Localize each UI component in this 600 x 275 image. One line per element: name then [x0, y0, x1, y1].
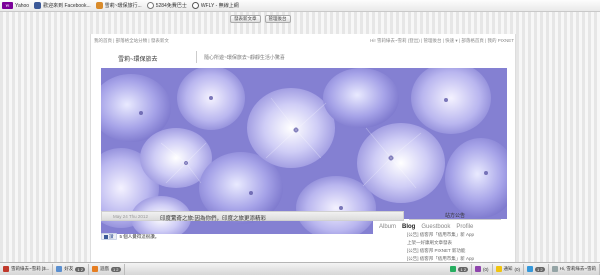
pixnet-taskbar: 雪莉綠去~雪莉 [$... 好友 1 2 遊戲 1 2 1 2 (0) 通知 (…: [0, 262, 600, 275]
sidebar-heading: 站方公告: [409, 211, 501, 220]
list-item[interactable]: [公告] 痞客邦 PIXNET 新功能: [407, 247, 507, 255]
facebook-like-row: 讚 5 個人覺得這很讚。: [101, 233, 159, 240]
article-title[interactable]: 印度驚奇之旅:因為你們，印度之旅更添精彩: [160, 214, 266, 222]
count-badge: 1 2: [110, 266, 121, 272]
taskbar-blog[interactable]: 雪莉綠去~雪莉 [$...: [0, 263, 54, 275]
bookmarks-bar: Y! Yahoo 歡迎來到 Facebook... 雪莉~環保旅行... 528…: [0, 0, 600, 12]
bookmark-label: 歡迎來到 Facebook...: [43, 3, 91, 9]
tab-album[interactable]: Album: [379, 224, 396, 230]
bookmark-label: Yahoo: [15, 2, 30, 9]
taskbar-label: 好友: [64, 266, 74, 271]
blog-page: 我的首頁 | 部落格全站分類 | 發表新文 Hi! 雪莉綠去~雪莉 (登出) |…: [90, 34, 516, 275]
like-count: 5 個人覺得這很讚。: [119, 233, 160, 239]
count-badge: 1 2: [458, 266, 469, 272]
top-navigation: 我的首頁 | 部落格全站分類 | 發表新文 Hi! 雪莉綠去~雪莉 (登出) |…: [91, 38, 517, 45]
bookmark-wfly[interactable]: WFLY - 無線上網: [191, 2, 239, 9]
list-item[interactable]: [公告] 痞客邦「痞用市集」新 App: [407, 231, 507, 239]
blog-title[interactable]: 雪莉~環保旅去: [118, 54, 158, 63]
blog-icon: [95, 2, 103, 9]
friends-icon: [56, 266, 63, 272]
taskbar-label: Hi, 雪莉綠去~雪莉: [559, 266, 596, 271]
like-label: 讚: [109, 233, 114, 239]
taskbar-games[interactable]: 遊戲 1 2: [89, 263, 125, 275]
banner-image: [101, 68, 507, 234]
new-post-button[interactable]: 發表新文章: [230, 15, 261, 23]
sidebar-announcements: [公告] 痞客邦「痞用市集」新 App 上架一好康刷文章發表 [公告] 痞客邦 …: [407, 231, 507, 263]
facebook-icon: [34, 2, 42, 9]
tab-blog[interactable]: Blog: [402, 224, 415, 230]
nav-left-links[interactable]: 我的首頁 | 部落格全站分類 | 發表新文: [94, 38, 169, 44]
taskbar-alerts[interactable]: 通知 (0): [493, 263, 525, 275]
taskbar-friends[interactable]: 好友 1 2: [53, 263, 89, 275]
bookmark-label: WFLY - 無線上網: [200, 3, 239, 9]
count-badge: (0): [483, 266, 489, 272]
article-date: May 24 Thu 2012: [113, 214, 148, 219]
count-badge: (0): [514, 266, 521, 272]
taskbar-notify[interactable]: (0): [472, 263, 493, 275]
mail-icon: [527, 266, 534, 272]
bookmark-yahoo[interactable]: Y! Yahoo: [2, 2, 29, 9]
ttl-icon: [146, 2, 154, 9]
title-divider: [196, 51, 197, 63]
bookmark-facebook[interactable]: 歡迎來到 Facebook...: [34, 2, 91, 9]
blog-description: 隨心所遊~環保旅去~靜靜生活小驚喜: [204, 55, 285, 61]
hydrangea-banner: Album Blog Guestbook Profile: [101, 68, 507, 234]
games-icon: [91, 266, 98, 272]
taskbar-user[interactable]: Hi, 雪莉綠去~雪莉: [549, 263, 600, 275]
taskbar-label: 遊戲: [99, 266, 109, 271]
tab-profile[interactable]: Profile: [456, 224, 473, 230]
wfly-icon: [191, 2, 199, 9]
count-badge: 1 2: [75, 266, 85, 272]
article-header: May 24 Thu 2012 印度驚奇之旅:因為你們，印度之旅更添精彩: [101, 211, 404, 222]
taskbar-label: 雪莉綠去~雪莉 [$...: [11, 266, 50, 271]
taskbar-chat[interactable]: 1 2: [447, 263, 473, 275]
facebook-icon: [104, 234, 108, 239]
taskbar-label: 通知: [503, 266, 513, 271]
taskbar-mail[interactable]: 1 2: [524, 263, 549, 275]
alert-icon: [495, 266, 502, 272]
chat-icon: [450, 266, 457, 272]
bookmark-bus[interactable]: 5284免費巴士: [146, 2, 187, 9]
yahoo-icon: Y!: [2, 2, 13, 9]
notify-icon: [475, 266, 482, 272]
list-item[interactable]: 上架一好康刷文章發表: [407, 239, 507, 247]
bookmark-label: 5284免費巴士: [155, 3, 187, 9]
nav-right-links[interactable]: Hi! 雪莉綠去~雪莉 (登出) | 管理後台 | 快速 ▾ | 部落格首頁 |…: [370, 38, 514, 44]
pixnet-toolbar: 發表新文章 管理後台: [230, 15, 291, 23]
bookmark-blog[interactable]: 雪莉~環保旅行...: [95, 2, 142, 9]
facebook-like-button[interactable]: 讚: [101, 233, 117, 240]
user-icon: [551, 266, 558, 272]
browser-icon: [3, 266, 9, 272]
count-badge: 1 2: [535, 266, 545, 272]
bookmark-label: 雪莉~環保旅行...: [104, 3, 142, 9]
admin-button[interactable]: 管理後台: [264, 15, 291, 23]
tab-guestbook[interactable]: Guestbook: [421, 224, 450, 230]
